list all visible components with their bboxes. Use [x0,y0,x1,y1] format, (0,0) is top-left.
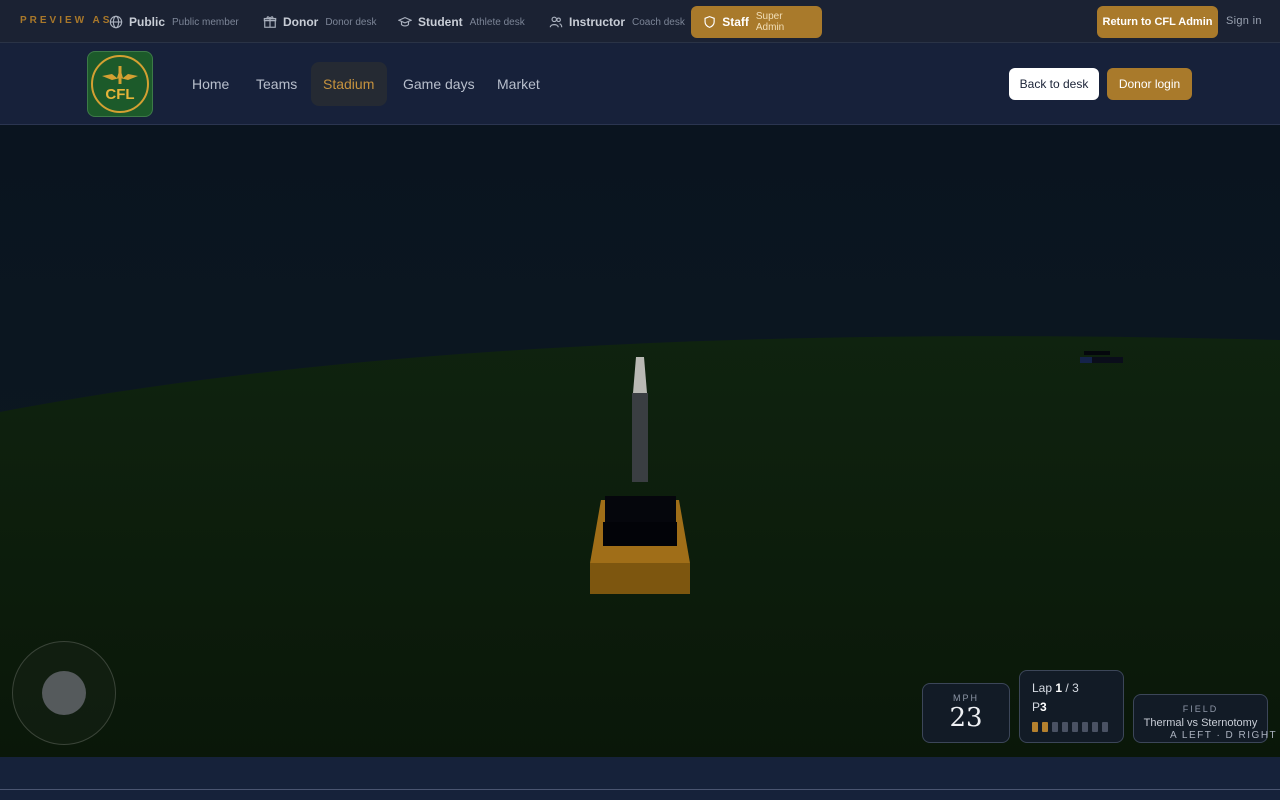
footer-divider [0,789,1280,790]
position-pip [1092,722,1098,732]
position-pip [1042,722,1048,732]
role-sub: Coach desk [632,16,685,28]
speed-value: 23 [949,703,983,733]
role-sub: Super Admin [755,11,785,33]
cfl-emblem-icon: CFL [91,55,149,113]
role-donor[interactable]: Donor Donor desk [251,6,388,38]
position-pip [1072,722,1078,732]
users-icon [549,16,563,28]
return-to-admin-button[interactable]: Return to CFL Admin [1097,6,1218,38]
footer [0,757,1280,800]
preview-bar: PREVIEW AS Public Public member Donor Do… [0,0,1280,43]
role-student[interactable]: Student Athlete desk [386,6,537,38]
position-pip [1082,722,1088,732]
role-public[interactable]: Public Public member [97,6,251,38]
player-car [590,496,690,594]
logo-text: CFL [105,86,134,103]
position-pip [1062,722,1068,732]
position-pip [1032,722,1038,732]
role-sub: Donor desk [325,16,377,28]
nav-teams[interactable]: Teams [244,62,309,106]
field-matchup: Thermal vs Sternotomy [1143,717,1258,729]
role-sub: Public member [172,16,239,28]
nav-stadium[interactable]: Stadium [311,62,387,106]
main-nav: CFL Home Teams Stadium Game days Market … [0,43,1280,125]
nav-market[interactable]: Market [485,62,552,106]
virtual-joystick[interactable] [12,641,116,745]
donor-login-button[interactable]: Donor login [1107,68,1192,100]
position-prefix: P [1032,700,1041,714]
back-to-desk-button[interactable]: Back to desk [1009,68,1099,100]
sign-in-link[interactable]: Sign in [1226,15,1262,27]
role-name: Donor [283,15,319,29]
lap-total: / 3 [1065,681,1079,695]
speedometer: MPH 23 [922,683,1010,743]
speed-label: MPH [953,693,979,703]
lap-current: 1 [1055,681,1063,695]
shield-icon [704,16,715,28]
role-instructor[interactable]: Instructor Coach desk [537,6,697,38]
role-name: Public [129,15,166,29]
joystick-knob[interactable] [42,671,86,715]
game-viewport[interactable]: MPH 23 Lap 1 / 3 P3 FIELD Thermal vs Ste… [0,125,1280,757]
role-name: Staff [722,15,749,29]
race-scene [0,125,1280,757]
lap-counter: Lap 1 / 3 [1032,681,1111,695]
cfl-logo[interactable]: CFL [87,51,153,117]
role-sub: Athlete desk [469,16,525,28]
field-label: FIELD [1182,704,1219,714]
role-staff[interactable]: Staff Super Admin [691,6,822,38]
graduation-cap-icon [398,17,412,27]
nav-game-days[interactable]: Game days [391,62,487,106]
lap-position-panel: Lap 1 / 3 P3 [1019,670,1124,743]
controls-hint: A LEFT · D RIGHT [1170,730,1278,741]
gift-icon [263,16,277,28]
position-pips [1032,722,1111,732]
role-name: Student [418,15,463,29]
position-pip [1102,722,1108,732]
position-value: 3 [1040,700,1047,714]
position-pip [1052,722,1058,732]
nav-home[interactable]: Home [180,62,241,106]
globe-icon [109,15,123,29]
race-position: P3 [1032,700,1111,714]
role-name: Instructor [569,15,626,29]
lap-prefix: Lap [1032,681,1053,695]
